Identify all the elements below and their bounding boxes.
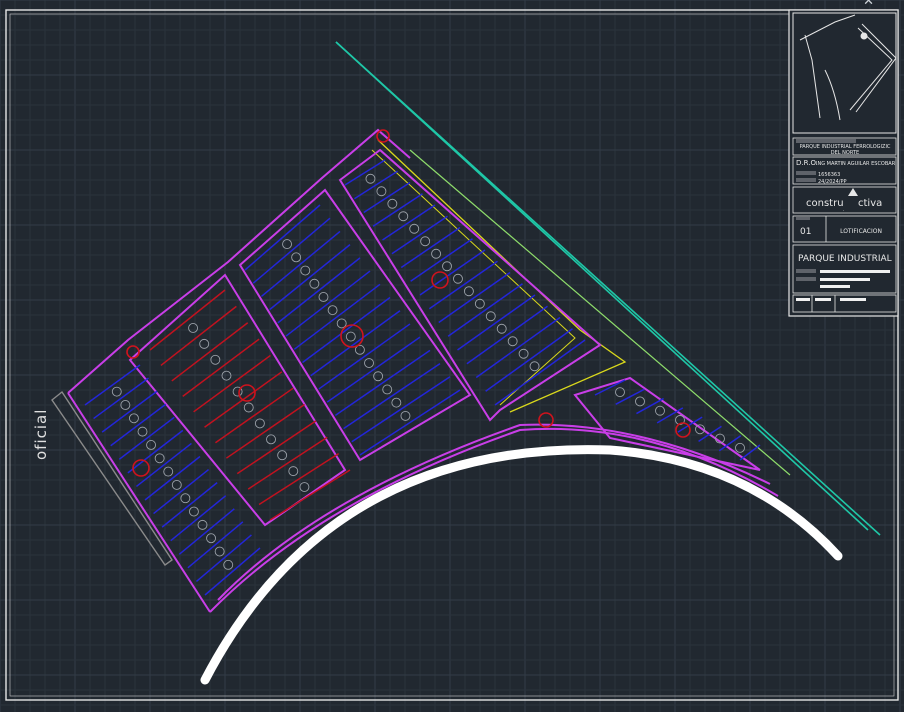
lot-marker <box>188 323 199 333</box>
lot-line <box>93 377 150 420</box>
lot-line <box>343 362 441 430</box>
lot-marker <box>188 506 199 517</box>
lot-marker <box>243 402 254 413</box>
lot-line <box>236 420 317 475</box>
dro-label: D.R.O. <box>796 159 818 167</box>
lot-line <box>170 495 227 542</box>
lot-marker <box>485 311 496 322</box>
lot-marker <box>154 453 165 464</box>
lot-line <box>193 354 271 413</box>
lot-marker <box>463 286 474 297</box>
lot-marker <box>327 305 338 316</box>
lot-marker <box>431 248 442 259</box>
lot-marker <box>128 413 139 424</box>
lot-line <box>182 338 260 397</box>
lot-line <box>110 403 167 447</box>
lot-line <box>153 468 210 515</box>
drawing-frame <box>5 9 899 701</box>
lot-marker <box>496 323 507 334</box>
lot-marker <box>409 223 420 234</box>
lot-line <box>457 294 536 351</box>
lot-marker <box>518 348 529 359</box>
dro-name: ING MARTIN AGUILAR ESCOBAR <box>816 161 896 167</box>
lot-marker <box>288 466 299 477</box>
lot-marker <box>453 273 463 284</box>
project-name-line2: DEL NORTE <box>831 150 859 156</box>
lot-line <box>277 257 361 324</box>
sheet-number: 01 <box>800 227 811 237</box>
lot-line <box>187 521 244 569</box>
lot-line <box>419 249 486 296</box>
drawing-inner-frame <box>9 13 895 697</box>
lot-line <box>293 283 381 350</box>
lot-marker <box>376 186 387 197</box>
lot-line <box>400 226 461 269</box>
lot-marker <box>387 198 398 209</box>
lot-marker <box>398 211 409 222</box>
lot-marker <box>529 361 540 372</box>
left-strip <box>51 390 173 566</box>
lot-marker <box>146 439 157 450</box>
lot-line <box>318 323 411 390</box>
lot-marker <box>221 370 232 381</box>
lot-marker <box>391 397 402 408</box>
logo-tagline: · <box>843 208 844 213</box>
lot-marker <box>345 331 356 342</box>
lot-marker <box>266 434 276 445</box>
lot-line <box>447 283 523 337</box>
lot-marker <box>309 278 320 289</box>
side-label: oficial <box>32 408 50 460</box>
lot-line <box>258 453 340 506</box>
lot-marker <box>291 252 302 263</box>
lot-line <box>144 455 201 501</box>
lot-line <box>161 482 218 528</box>
lot-line <box>326 336 421 403</box>
lot-marker <box>206 533 217 544</box>
field-2: 24/2024/PP <box>818 179 847 185</box>
lot-marker <box>735 442 745 453</box>
logo-right: ctiva <box>858 198 882 209</box>
logo-left: constru <box>806 198 844 209</box>
lot-marker <box>282 239 293 250</box>
main-title: PARQUE INDUSTRIAL <box>798 254 892 264</box>
title-block: PARQUE INDUSTRIAL FERROLOGIZIC DEL NORTE… <box>788 9 899 317</box>
lot-marker <box>199 338 210 349</box>
lot-line <box>149 289 226 351</box>
lot-marker <box>365 173 376 184</box>
lot-line <box>260 230 341 298</box>
close-icon[interactable]: ✕ <box>863 0 874 9</box>
cad-drawing-canvas[interactable]: PARQUE INDUSTRIAL FERROLOGIZIC DEL NORTE… <box>0 0 904 712</box>
lot-marker <box>615 387 625 398</box>
lot-line <box>363 181 411 214</box>
lot-line <box>195 534 252 583</box>
sheet-title: LOTIFICACION <box>840 228 882 235</box>
lot-line <box>310 310 401 377</box>
field-1: 1656363 <box>818 172 840 178</box>
lot-line <box>178 508 235 555</box>
lot-marker <box>420 236 431 247</box>
lot-marker <box>300 265 311 276</box>
lot-line <box>101 390 158 433</box>
lot-marker <box>299 482 310 492</box>
lot-line <box>127 429 184 474</box>
lot-line <box>118 416 175 460</box>
